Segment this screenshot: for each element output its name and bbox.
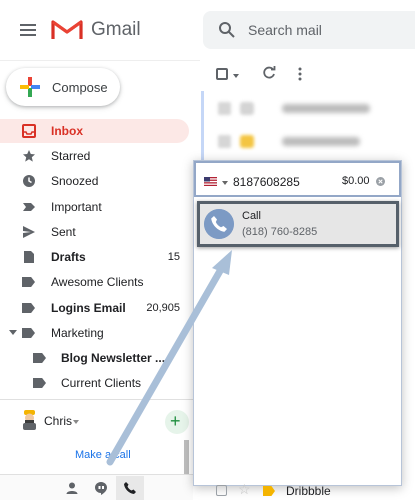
compose-plus-icon [20,77,40,97]
sidebar-item-blog-newsletter[interactable]: Blog Newsletter ... [0,346,189,370]
sidebar-item-label: Sent [51,225,76,239]
label-icon [22,275,36,289]
important-icon [23,203,35,211]
phone-icon[interactable] [123,481,137,495]
sidebar-item-label: Marketing [51,326,104,340]
clock-icon [23,175,35,187]
sidebar-item-logins-email[interactable]: Logins Email 20,905 [0,296,189,320]
formatted-number: (818) 760-8285 [242,226,318,238]
sidebar-item-important[interactable]: Important [0,195,189,219]
sidebar-item-current-clients[interactable]: Current Clients [0,371,189,395]
more-options-icon[interactable] [298,67,302,81]
sidebar-item-marketing[interactable]: Marketing [0,321,189,345]
avatar[interactable] [21,410,38,430]
sidebar-item-snoozed[interactable]: Snoozed [0,169,189,193]
row-checkbox[interactable] [216,485,227,496]
sender-name [282,137,360,146]
main-menu-icon[interactable] [20,24,36,36]
email-row[interactable] [204,92,415,125]
call-suggestion[interactable]: Call (818) 760-8285 [197,201,399,247]
important-marker-icon[interactable] [263,486,275,496]
hangouts-chat-icon[interactable] [94,481,108,495]
app-name: Gmail [91,19,141,40]
send-icon [23,226,35,238]
dialer-popup: 8187608285 $0.00 Call (818) 760-8285 [193,160,402,486]
clear-icon[interactable] [376,177,385,186]
country-dropdown-icon[interactable] [222,181,228,185]
inbox-icon [22,124,36,138]
sidebar-item-label: Inbox [51,124,83,138]
plus-icon: + [170,411,181,431]
expand-caret-icon[interactable] [9,330,17,335]
new-conversation-button[interactable]: + [165,410,189,434]
dialed-number[interactable]: 8187608285 [233,175,300,189]
refresh-icon[interactable] [262,66,276,80]
search-icon[interactable] [218,21,236,39]
label-icon [22,326,36,340]
sender-name: Dribbble [286,484,331,498]
compose-label: Compose [52,80,108,95]
star-icon [23,150,35,162]
row-checkbox[interactable] [218,135,231,148]
call-price: $0.00 [342,175,370,187]
select-dropdown-icon[interactable] [233,74,239,78]
header-divider [0,60,200,61]
sidebar-item-label: Snoozed [51,174,99,188]
contacts-icon[interactable] [65,481,79,495]
hangouts-user-name[interactable]: Chris [44,414,72,428]
sidebar-item-starred[interactable]: Starred [0,144,189,168]
sidebar-item-label: Awesome Clients [51,275,144,289]
make-a-call-link[interactable]: Make a call [75,449,131,461]
sidebar-item-inbox[interactable]: Inbox [0,119,189,143]
search-bar[interactable]: Search mail [203,11,415,49]
unread-count: 20,905 [146,302,180,314]
email-row[interactable] [204,125,415,158]
select-all-checkbox[interactable] [216,68,228,80]
us-flag-icon[interactable] [204,177,217,186]
search-input[interactable]: Search mail [248,22,322,38]
star-icon[interactable] [240,102,254,115]
label-icon [33,351,47,365]
sidebar-item-label: Blog Newsletter ... [61,351,166,365]
phone-number-input[interactable]: 8187608285 $0.00 [194,161,401,197]
gmail-logo-icon[interactable] [51,17,83,41]
phone-icon [204,209,234,239]
status-dropdown-icon[interactable] [73,420,79,424]
important-marker-icon[interactable] [240,135,254,148]
scrollbar[interactable] [184,440,189,478]
draft-icon [24,251,34,263]
call-label: Call [242,210,261,222]
sidebar-item-awesome-clients[interactable]: Awesome Clients [0,270,189,294]
row-checkbox[interactable] [218,102,231,115]
compose-button[interactable]: Compose [6,68,120,106]
label-icon [33,376,47,390]
gmail-window: Gmail Search mail Compose Inbox Starred [0,0,415,500]
label-icon [22,301,36,315]
sender-name [282,104,370,113]
sidebar-item-label: Drafts [51,250,86,264]
star-icon[interactable]: ☆ [238,481,251,498]
sidebar-item-label: Current Clients [61,376,142,390]
sidebar-item-label: Important [51,200,102,214]
hangouts-divider [0,399,193,400]
unread-count: 15 [167,251,180,263]
sidebar-item-drafts[interactable]: Drafts 15 [0,245,189,269]
sidebar-item-label: Logins Email [51,301,126,315]
sidebar-item-sent[interactable]: Sent [0,220,189,244]
sidebar-item-label: Starred [51,149,91,163]
